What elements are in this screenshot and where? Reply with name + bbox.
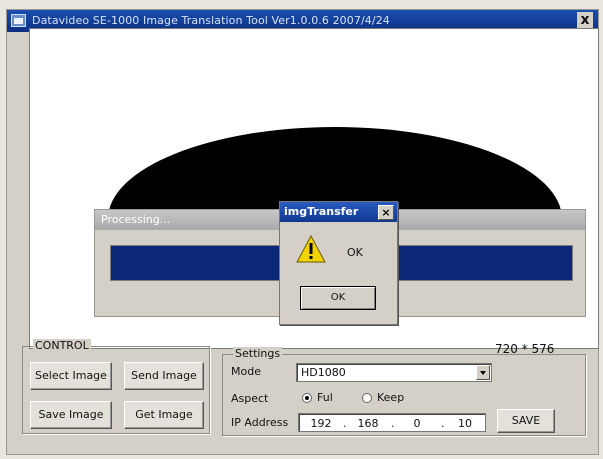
aspect-label: Aspect [231, 392, 269, 405]
close-button[interactable]: x [577, 12, 593, 28]
aspect-full-label[interactable]: Ful [317, 391, 333, 404]
mode-select[interactable]: HD1080 [296, 363, 492, 382]
control-legend: CONTROL [33, 339, 91, 352]
chevron-down-icon[interactable] [476, 365, 490, 380]
ip-dot: . [441, 417, 445, 430]
window-title: Datavideo SE-1000 Image Translation Tool… [32, 14, 390, 27]
aspect-keep-radio[interactable] [362, 393, 372, 403]
image-preview: Processing... imgTransfer × OK OK [29, 28, 599, 349]
dialog-message: OK [347, 246, 363, 259]
ip-octet-2[interactable]: 168 [354, 417, 382, 430]
dialog-ok-button[interactable]: OK [300, 286, 376, 310]
imgtransfer-dialog: imgTransfer × OK OK [279, 201, 398, 325]
aspect-keep-label[interactable]: Keep [377, 391, 404, 404]
save-image-button[interactable]: Save Image [30, 401, 112, 429]
settings-legend: Settings [233, 347, 283, 360]
get-image-button[interactable]: Get Image [124, 401, 204, 429]
select-image-button[interactable]: Select Image [30, 362, 112, 390]
ip-dot: . [343, 417, 347, 430]
ip-address-label: IP Address [231, 416, 289, 429]
mode-value: HD1080 [301, 366, 346, 379]
mode-label: Mode [231, 365, 261, 378]
ip-octet-1[interactable]: 192 [307, 417, 335, 430]
ip-address-field[interactable]: 192 . 168 . 0 . 10 [298, 413, 486, 432]
ip-dot: . [391, 417, 395, 430]
dialog-close-button[interactable]: × [378, 205, 394, 220]
ip-octet-3[interactable]: 0 [403, 417, 431, 430]
ip-octet-4[interactable]: 10 [451, 417, 479, 430]
control-group: CONTROL Select Image Send Image Save Ima… [22, 339, 210, 434]
app-icon [11, 14, 26, 27]
warning-icon [296, 235, 326, 263]
aspect-full-radio[interactable] [302, 393, 312, 403]
send-image-button[interactable]: Send Image [124, 362, 204, 390]
save-settings-button[interactable]: SAVE [497, 409, 555, 433]
